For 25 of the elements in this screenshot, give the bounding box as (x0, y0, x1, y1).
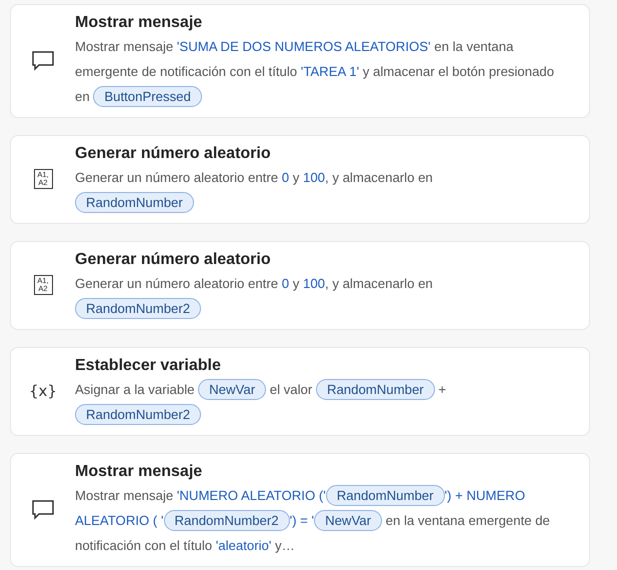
action-description: Mostrar mensaje 'SUMA DE DOS NUMEROS ALEATORIOS' en la ventana emergente de notificación con el título 'TAREA 1' y almacenar el botón presionado en ButtonPressed (75, 34, 555, 109)
variable-tag[interactable]: RandomNumber2 (75, 404, 202, 425)
action-card[interactable]: Mostrar mensaje Mostrar mensaje 'SUMA DE DOS NUMEROS ALEATORIOS' en la ventana emergente de notificación con el título 'TAREA 1' y almacenar el botón presionado en ButtonPressed (10, 4, 590, 118)
action-description: Mostrar mensaje 'NUMERO ALEATORIO (' RandomNumber ') + NUMERO ALEATORIO ( ' RandomNumber2 ') = ' NewVar en la ventana emergente de notificación con el título 'aleatorio' y… (75, 483, 555, 558)
action-title: Mostrar mensaje (75, 462, 204, 482)
variable-tag[interactable]: RandomNumber (75, 192, 194, 213)
action-description: Asignar a la variable NewVar el valor RandomNumber + RandomNumber2 (75, 377, 555, 427)
action-title: Generar número aleatorio (75, 250, 272, 270)
message-icon (32, 500, 54, 520)
action-title: Establecer variable (75, 356, 222, 376)
message-icon (32, 50, 54, 70)
variable-tag[interactable]: RandomNumber (326, 485, 445, 506)
variable-tag[interactable]: ButtonPressed (93, 86, 202, 107)
variable-tag[interactable]: RandomNumber (316, 379, 435, 400)
variable-tag[interactable]: NewVar (314, 510, 382, 531)
action-title: Mostrar mensaje (75, 13, 204, 33)
variable-tag[interactable]: RandomNumber2 (75, 298, 202, 319)
variable-tag[interactable]: NewVar (198, 379, 266, 400)
action-card[interactable]: {x} Establecer variable Asignar a la variable NewVar el valor RandomNumber + RandomNumber2 (10, 347, 590, 436)
action-title: Generar número aleatorio (75, 144, 272, 164)
action-description: Generar un número aleatorio entre 0 y 100, y almacenarlo en RandomNumber (75, 165, 555, 215)
variable-icon: {x} (29, 382, 57, 400)
action-description: Generar un número aleatorio entre 0 y 100, y almacenarlo en RandomNumber2 (75, 271, 555, 321)
action-card[interactable]: Mostrar mensaje Mostrar mensaje 'NUMERO ALEATORIO (' RandomNumber ') + NUMERO ALEATORIO ( ' RandomNumber2 ') = ' NewVar en la ventana emergente de notificación con el título 'aleatorio' y… (10, 453, 590, 567)
variable-tag[interactable]: RandomNumber2 (164, 510, 290, 531)
